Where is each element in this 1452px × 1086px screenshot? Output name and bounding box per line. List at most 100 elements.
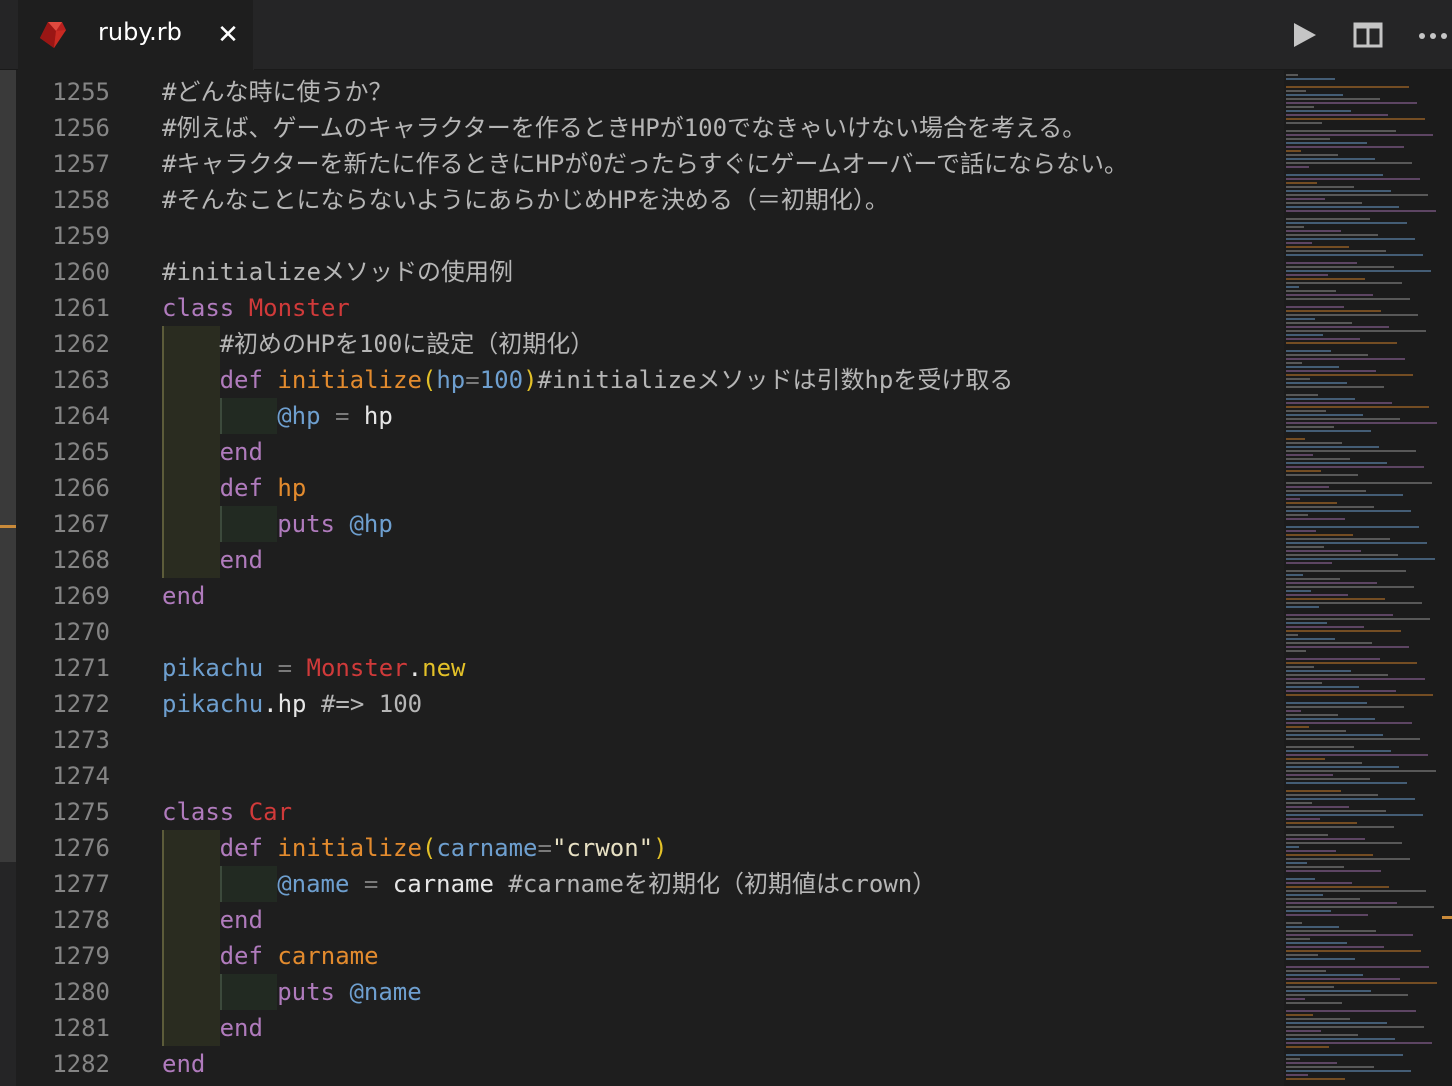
minimap-row [1286,1054,1403,1056]
code-line[interactable]: 1273 [18,722,1284,758]
code-token: 100 [479,366,524,394]
minimap-row [1286,534,1353,536]
code-line[interactable]: 1282 end [18,1046,1284,1082]
code-line[interactable]: 1266 def hp [18,470,1284,506]
code-content: puts @name [162,974,422,1010]
more-actions-icon[interactable] [1418,20,1448,50]
code-line[interactable]: 1280 puts @name [18,974,1284,1010]
code-content: @hp = hp [162,398,393,434]
minimap-row [1286,594,1348,596]
code-token: #carnameを初期化（初期値はcrown） [508,870,937,898]
code-line[interactable]: 1267 puts @hp [18,506,1284,542]
code-line[interactable]: 1281 end [18,1010,1284,1046]
code-line[interactable]: 1261 class Monster [18,290,1284,326]
minimap-row [1286,558,1435,560]
code-line[interactable]: 1264 @hp = hp [18,398,1284,434]
code-token: = [320,402,364,430]
code-token: end [162,582,206,610]
minimap-row [1286,370,1376,372]
minimap-row [1286,994,1408,996]
code-content: pikachu.hp #=> 100 [162,686,422,722]
code-line[interactable]: 1272 pikachu.hp #=> 100 [18,686,1284,722]
code-line[interactable]: 1276 def initialize(carname="crwon") [18,830,1284,866]
code-line[interactable]: 1268 end [18,542,1284,578]
minimap-row [1286,474,1358,476]
split-editor-icon[interactable] [1353,20,1383,50]
minimap-row [1286,550,1361,552]
code-line[interactable]: 1279 def carname [18,938,1284,974]
minimap-row [1286,878,1315,880]
code-line[interactable]: 1258 #そんなことにならないようにあらかじめHPを決める（＝初期化）。 [18,182,1284,218]
minimap-row [1286,374,1413,376]
indent-guide [162,326,220,362]
code-line[interactable]: 1270 [18,614,1284,650]
minimap-row [1286,530,1316,532]
code-line[interactable]: 1256 #例えば、ゲームのキャラクターを作るときHPが100でなきゃいけない場合… [18,110,1284,146]
minimap-row [1286,430,1371,432]
minimap-row [1286,614,1393,616]
code-line[interactable]: 1269 end [18,578,1284,614]
minimap-row [1286,806,1349,808]
code-token: end [219,438,263,466]
code-line[interactable]: 1257 #キャラクターを新たに作るときにHPが0だったらすぐにゲームオーバーで話… [18,146,1284,182]
close-icon[interactable]: ✕ [214,18,242,50]
minimap-row [1286,954,1318,956]
minimap-row [1286,694,1433,696]
code-line[interactable]: 1259 [18,218,1284,254]
minimap-row [1286,1070,1411,1072]
minimap-row [1286,814,1423,816]
minimap-row [1286,118,1425,120]
line-number: 1264 [52,402,110,430]
code-token: carname [392,870,509,898]
code-line[interactable]: 1278 end [18,902,1284,938]
code-token: class [162,798,235,826]
code-line[interactable]: 1265 end [18,434,1284,470]
minimap-row [1286,462,1387,464]
indent-guide [162,974,220,1010]
code-line[interactable]: 1277 @name = carname #carnameを初期化（初期値はcro… [18,866,1284,902]
code-line[interactable]: 1271 pikachu = Monster.new [18,650,1284,686]
indent-guide [162,1010,220,1046]
indent-guide [162,398,220,434]
code-line[interactable]: 1255 #どんな時に使うか？ [18,74,1284,110]
code-token: @name [277,870,350,898]
line-number: 1282 [52,1050,110,1078]
code-line[interactable]: 1275 class Car [18,794,1284,830]
code-line[interactable]: 1263 def initialize(hp=100)#initializeメソッ… [18,362,1284,398]
indent-guide [219,974,278,1010]
minimap-row [1286,750,1391,752]
minimap-row [1286,842,1402,844]
minimap-row [1286,538,1390,540]
run-icon[interactable] [1289,20,1319,50]
minimap-row [1286,394,1318,396]
minimap-row [1286,446,1379,448]
minimap-row [1286,274,1328,276]
minimap-row [1286,838,1365,840]
minimap-row [1286,342,1397,344]
minimap-row [1286,710,1301,712]
minimap-row [1286,922,1302,924]
minimap-row [1286,934,1413,936]
minimap-row [1286,266,1394,268]
code-line[interactable]: 1274 [18,758,1284,794]
minimap-row [1286,90,1306,92]
indent-guide [162,542,220,578]
minimap-row [1286,858,1410,860]
minimap-row [1286,686,1359,688]
indent-guide [162,470,220,506]
code-token: initialize [277,366,422,394]
minimap[interactable] [1284,70,1452,1086]
minimap-row [1286,1042,1432,1044]
line-number: 1278 [52,906,110,934]
minimap-row [1286,154,1338,156]
minimap-row [1286,426,1334,428]
code-editor[interactable]: 1255 #どんな時に使うか？ 1256 #例えば、ゲームのキャラクターを作るときHP… [18,74,1284,1086]
code-line[interactable]: 1262 #初めのHPを100に設定（初期化） [18,326,1284,362]
code-line[interactable]: 1260 #initializeメソッドの使用例 [18,254,1284,290]
tab-ruby-rb[interactable]: ruby.rb ✕ [18,0,254,70]
code-content: def hp [162,470,306,506]
code-token: = [537,834,552,862]
minimap-row [1286,754,1428,756]
minimap-row [1286,666,1314,668]
